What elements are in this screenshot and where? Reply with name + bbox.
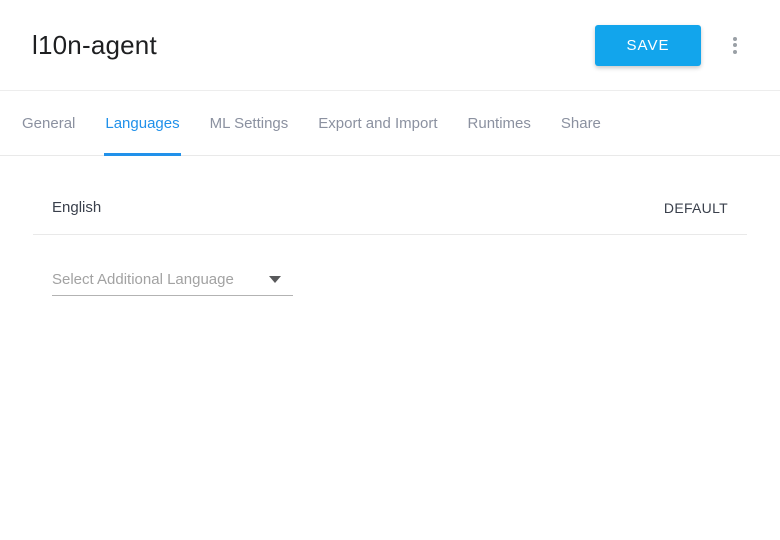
caret-down-icon [269,276,281,283]
agent-title: l10n-agent [32,29,157,60]
tab-general[interactable]: General [7,91,90,155]
language-row-divider [33,234,747,235]
settings-tabbar: General Languages ML Settings Export and… [0,91,780,156]
language-name: English [52,199,102,216]
add-language-placeholder: Select Additional Language [52,271,234,288]
tab-runtimes[interactable]: Runtimes [453,91,546,155]
header: l10n-agent SAVE [0,0,780,91]
default-badge: DEFAULT [663,199,728,216]
kebab-dot [733,36,737,41]
languages-panel: English DEFAULT Select Additional Langua… [0,156,780,296]
add-language-select[interactable]: Select Additional Language [52,271,293,296]
default-language-row: English DEFAULT [52,199,728,216]
tab-share[interactable]: Share [546,91,616,155]
tab-ml-settings[interactable]: ML Settings [195,91,304,155]
kebab-dot [733,43,737,47]
tab-export-and-import[interactable]: Export and Import [303,91,452,155]
kebab-menu-icon[interactable] [728,33,742,58]
tab-languages[interactable]: Languages [90,91,194,156]
save-button[interactable]: SAVE [595,24,701,66]
kebab-dot [733,49,737,54]
